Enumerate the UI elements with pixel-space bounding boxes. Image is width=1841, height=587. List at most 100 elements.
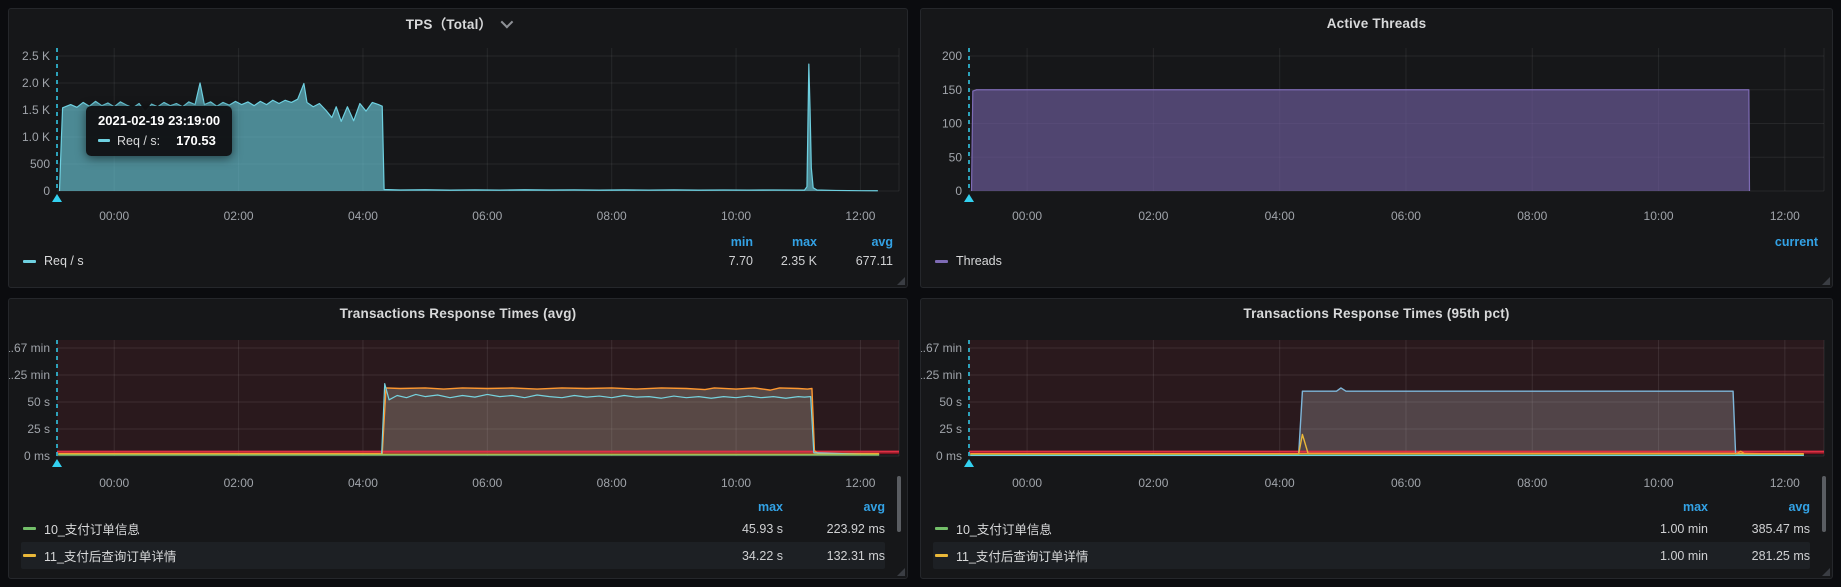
panel-title[interactable]: TPS（Total） xyxy=(406,13,493,33)
legend-series-label[interactable]: 10_支付订单信息 xyxy=(44,519,140,538)
x-axis-tick: 08:00 xyxy=(597,476,627,490)
tooltip-series-swatch xyxy=(98,139,110,142)
legend-header-avg[interactable]: avg xyxy=(1708,500,1810,514)
legend-header-avg[interactable]: avg xyxy=(817,235,893,249)
x-axis-tick: 02:00 xyxy=(1138,476,1168,490)
legend-scrollbar[interactable] xyxy=(1822,476,1826,532)
panel-active-threads: Active Threads 05010015020000:0002:0004:… xyxy=(920,8,1833,288)
legend-row: 11_支付后查询订单详情34.22 s132.31 ms xyxy=(21,542,885,569)
panel-response-times-avg: Transactions Response Times (avg) 0 ms 25… xyxy=(8,298,908,579)
y-axis-tick: 2.5 K xyxy=(22,49,50,63)
y-axis-tick: 0 xyxy=(955,184,962,198)
legend-series-label[interactable]: Req / s xyxy=(44,254,84,268)
x-axis-tick: 06:00 xyxy=(1391,209,1421,223)
legend-series-label[interactable]: Threads xyxy=(956,254,1002,268)
legend-value: 2.35 K xyxy=(753,254,817,268)
chevron-down-icon[interactable] xyxy=(501,15,514,28)
legend-series-label[interactable]: 11_支付后查询订单详情 xyxy=(44,546,176,565)
y-axis-tick: 200 xyxy=(942,49,962,63)
legend-header-avg[interactable]: avg xyxy=(783,500,885,514)
legend-value: 677.11 xyxy=(817,254,893,268)
panel-title-bar[interactable]: Active Threads xyxy=(921,9,1832,37)
legend-row: 10_支付订单信息 45.93 s223.92 ms xyxy=(21,515,885,542)
y-axis-tick: 150 xyxy=(942,83,962,97)
legend-header-row: maxavg xyxy=(21,498,885,515)
x-axis-tick: 04:00 xyxy=(1265,476,1295,490)
x-axis-tick: 02:00 xyxy=(224,209,254,223)
x-axis-tick: 00:00 xyxy=(99,476,129,490)
x-axis-tick: 12:00 xyxy=(845,476,875,490)
legend-value: 281.25 ms xyxy=(1708,549,1810,563)
x-axis-tick: 10:00 xyxy=(721,476,751,490)
panel-title[interactable]: Active Threads xyxy=(1327,16,1427,31)
legend-header-max[interactable]: max xyxy=(753,235,817,249)
panel-resize-handle[interactable] xyxy=(1822,277,1830,285)
legend-header-min[interactable]: min xyxy=(689,235,753,249)
legend-header-row: current xyxy=(933,233,1818,250)
panel-response-times-95pct: Transactions Response Times (95th pct) 0… xyxy=(920,298,1833,579)
panel-title[interactable]: Transactions Response Times (95th pct) xyxy=(1243,306,1509,321)
panel-resize-handle[interactable] xyxy=(897,568,905,576)
y-axis-tick: 25 s xyxy=(27,422,50,436)
y-axis-tick: 50 s xyxy=(939,395,962,409)
legend-row: 11_支付后查询订单详情 1.00 min281.25 ms xyxy=(933,542,1810,569)
tooltip-series-label: Req / s: xyxy=(117,134,160,148)
legend-value: 223.92 ms xyxy=(783,522,885,536)
x-axis-tick: 02:00 xyxy=(1138,209,1168,223)
legend: maxavg10_支付订单信息1.00 min385.47 ms11_支付后查询… xyxy=(933,498,1810,569)
x-axis-tick: 12:00 xyxy=(1770,209,1800,223)
chart-tooltip: 2021-02-19 23:19:00 Req / s: 170.53 xyxy=(86,106,232,156)
panel-title-bar[interactable]: Transactions Response Times (avg) xyxy=(9,299,907,327)
annotation-marker-icon[interactable] xyxy=(52,459,62,467)
x-axis-tick: 00:00 xyxy=(1012,209,1042,223)
panel-title[interactable]: Transactions Response Times (avg) xyxy=(340,306,577,321)
legend-value: 1.00 min xyxy=(1613,549,1708,563)
x-axis-tick: 08:00 xyxy=(1517,209,1547,223)
x-axis-tick: 06:00 xyxy=(1391,476,1421,490)
y-axis-tick: 1.67 min xyxy=(9,341,50,355)
legend: maxavg 10_支付订单信息 45.93 s223.92 ms 11_支付后查询订… xyxy=(21,498,885,569)
y-axis-tick: 50 s xyxy=(27,395,50,409)
legend-scrollbar[interactable] xyxy=(897,476,901,532)
panel-title-bar[interactable]: TPS（Total） xyxy=(9,9,907,37)
legend: minmaxavgReq / s7.702.35 K677.11 xyxy=(21,233,893,272)
legend-value: 45.93 s xyxy=(688,522,783,536)
y-axis-tick: 2.0 K xyxy=(22,76,50,90)
legend-series-label[interactable]: 10_支付订单信息 xyxy=(956,519,1052,538)
x-axis-tick: 00:00 xyxy=(1012,476,1042,490)
legend-row: 10_支付订单信息1.00 min385.47 ms xyxy=(933,515,1810,542)
legend-header-max[interactable]: max xyxy=(688,500,783,514)
annotation-marker-icon[interactable] xyxy=(964,194,974,202)
x-axis-tick: 12:00 xyxy=(1770,476,1800,490)
tooltip-timestamp: 2021-02-19 23:19:00 xyxy=(98,113,220,128)
annotation-marker-icon[interactable] xyxy=(52,194,62,202)
y-axis-tick: 0 ms xyxy=(24,449,50,463)
y-axis-tick: 25 s xyxy=(939,422,962,436)
series-swatch-icon xyxy=(23,527,36,530)
x-axis-tick: 10:00 xyxy=(1644,476,1674,490)
x-axis-tick: 04:00 xyxy=(1265,209,1295,223)
panel-resize-handle[interactable] xyxy=(897,277,905,285)
legend-header-row: minmaxavg xyxy=(21,233,893,250)
series-swatch-icon xyxy=(935,554,948,557)
legend-series-label[interactable]: 11_支付后查询订单详情 xyxy=(956,546,1088,565)
x-axis-tick: 08:00 xyxy=(597,209,627,223)
tooltip-series-value: 170.53 xyxy=(176,133,216,148)
x-axis-tick: 08:00 xyxy=(1517,476,1547,490)
grafana-dashboard: TPS（Total） 05001.0 K1.5 K2.0 K2.5 K00:00… xyxy=(0,0,1841,587)
panel-resize-handle[interactable] xyxy=(1822,568,1830,576)
panel-title-bar[interactable]: Transactions Response Times (95th pct) xyxy=(921,299,1832,327)
legend-header-row: maxavg xyxy=(933,498,1810,515)
y-axis-tick: 1.5 K xyxy=(22,103,50,117)
series-swatch-icon xyxy=(935,260,948,263)
legend-header-current[interactable]: current xyxy=(1748,235,1818,249)
y-axis-tick: 0 xyxy=(43,184,50,198)
legend-header-max[interactable]: max xyxy=(1613,500,1708,514)
y-axis-tick: 1.25 min xyxy=(9,368,50,382)
x-axis-tick: 00:00 xyxy=(99,209,129,223)
series-swatch-icon xyxy=(23,554,36,557)
y-axis-tick: 0 ms xyxy=(936,449,962,463)
annotation-marker-icon[interactable] xyxy=(964,459,974,467)
y-axis-tick: 50 xyxy=(949,150,963,164)
legend-row: Req / s7.702.35 K677.11 xyxy=(21,250,893,272)
